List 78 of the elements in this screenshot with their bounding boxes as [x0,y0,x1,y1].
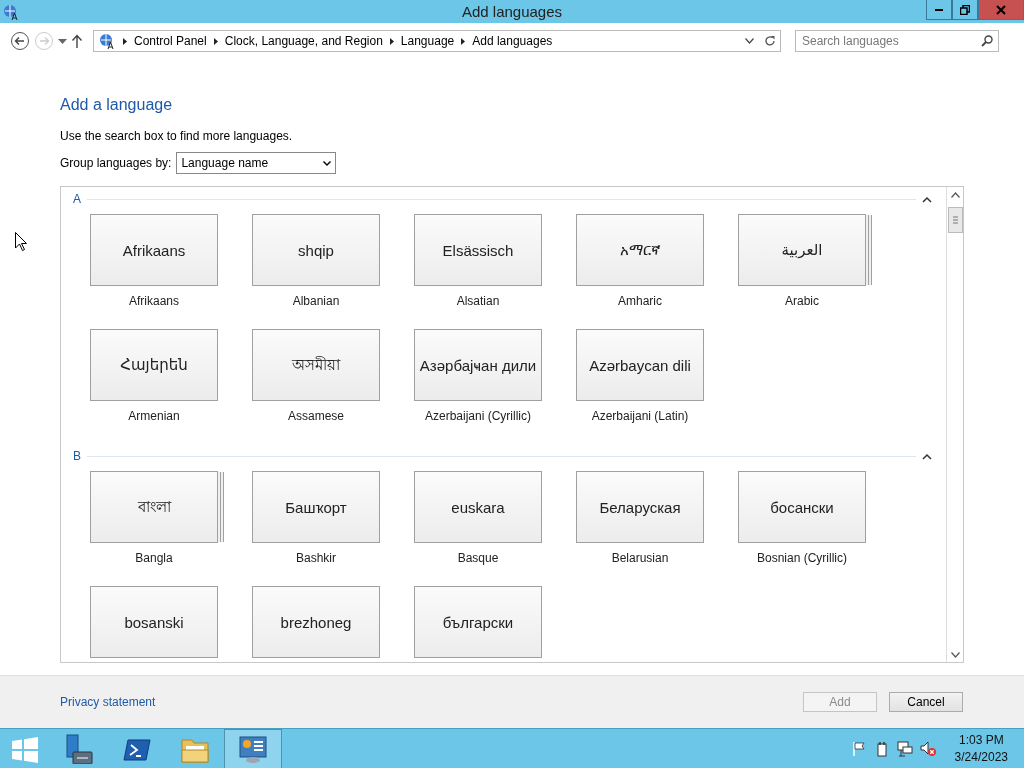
language-tile[interactable]: босански [738,471,866,543]
close-icon [996,4,1006,15]
group-letter: B [73,449,81,463]
search-icon[interactable] [981,35,993,47]
language-tile[interactable]: Հայերեն [90,329,218,401]
breadcrumb-link[interactable]: Clock, Language, and Region [224,34,383,48]
privacy-link[interactable]: Privacy statement [60,695,156,709]
language-tile[interactable]: Азәрбајҹан дили [414,329,542,401]
breadcrumb-link[interactable]: Control Panel [134,34,207,48]
language-name: Bosnian (Cyrillic) [756,550,848,566]
scrollbar[interactable] [946,187,963,662]
language-name: Azerbaijani (Latin) [590,408,690,424]
language-name: Belarusian [610,550,670,566]
language-tile[interactable]: euskara [414,471,542,543]
language-globe-icon [2,2,20,21]
scroll-thumb-icon[interactable] [947,207,963,233]
language-name: Bangla [134,550,174,566]
dropdown-caret-icon[interactable] [58,38,67,44]
search-field[interactable]: Search languages [795,30,999,52]
mouse-pointer-icon [15,232,27,251]
flag-icon[interactable] [850,740,867,757]
language-tile[interactable]: অসমীয়া [252,329,380,401]
language-name: Amharic [617,293,663,309]
up-arrow-icon[interactable] [71,34,83,48]
restore-button[interactable] [952,0,978,20]
language-tile[interactable]: български [414,586,542,658]
language-tile[interactable]: shqip [252,214,380,286]
collapse-caret-icon[interactable] [922,452,932,460]
breadcrumb-link[interactable]: Language [400,34,455,48]
chevron-right-icon[interactable] [213,37,218,45]
scroll-up-icon[interactable] [950,192,960,198]
taskbar-button[interactable] [224,728,282,768]
chevron-right-icon[interactable] [461,37,466,45]
language-tile[interactable]: Беларуская [576,471,704,543]
clock-time: 1:03 PM [958,731,1004,749]
language-name: Azerbaijani (Cyrillic) [424,408,532,424]
language-name: Assamese [287,408,345,424]
language-name: Armenian [127,408,181,424]
language-globe-icon [98,32,116,50]
group-by-dropdown[interactable]: Language name [176,152,337,174]
language-tile[interactable]: Elsässisch [414,214,542,286]
close-button[interactable] [978,0,1024,20]
language-tile[interactable]: brezhoneg [252,586,380,658]
language-name: Albanian [291,293,341,309]
page-heading: Add a language [60,96,174,114]
window-title: Add languages [461,3,563,20]
address-bar[interactable]: Control Panel Clock, Language, and Region Language Add languages [93,30,781,52]
clock-date: 3/24/2023 [954,748,1008,766]
group-by-label: Group languages by: [60,156,172,170]
language-name: Afrikaans [128,293,180,309]
dropdown-caret-icon [323,160,332,166]
restore-icon [960,4,970,15]
chevron-right-icon[interactable] [389,37,394,45]
language-tile[interactable]: bosanski [90,586,218,658]
clock[interactable]: 1:03 PM 3/24/2023 [954,731,1008,766]
breadcrumb-link[interactable]: Add languages [472,34,553,48]
hint-text: Use the search box to find more languages. [60,129,294,143]
language-tile[interactable]: Azərbaycan dili [576,329,704,401]
language-tile[interactable]: Afrikaans [90,214,218,286]
server-manager-icon[interactable] [64,733,94,764]
dialog-button[interactable]: Cancel [889,692,963,712]
collapse-caret-icon[interactable] [922,195,932,203]
language-name: Bashkir [295,550,337,566]
control-panel-icon[interactable] [238,733,268,764]
scroll-down-icon[interactable] [950,652,960,658]
language-tile[interactable]: Башҡорт [252,471,380,543]
chevron-right-icon[interactable] [123,37,127,45]
dropdown-caret-icon[interactable] [745,38,754,44]
language-tile[interactable]: አማርኛ [576,214,704,286]
language-name: Alsatian [455,293,501,309]
minimize-icon [935,8,943,11]
speaker-muted-icon[interactable] [919,740,936,757]
network-icon[interactable] [896,740,913,757]
minimize-button[interactable] [926,0,952,20]
refresh-icon[interactable] [764,35,776,47]
group-letter: A [73,192,81,206]
language-name: Arabic [784,293,820,309]
language-name: Basque [456,550,500,566]
